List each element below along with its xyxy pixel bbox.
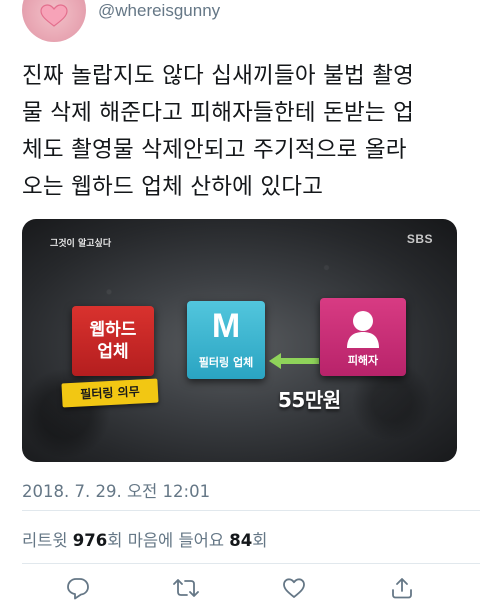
retweet-icon [173,579,199,597]
like-icon [283,578,305,598]
tweet-stats: 리트윗 976회 마음에 들어요 84회 [22,527,267,551]
victim-box: 피해자 [320,298,406,376]
retweets-unit: 회 [107,531,123,550]
share-button[interactable] [388,574,416,602]
arrow-left-icon [269,353,319,369]
reply-icon [67,578,89,600]
webhard-company-box: 웹하드 업체 [72,306,154,376]
retweets-count[interactable]: 976 [73,531,107,550]
tweet-actions [0,574,480,606]
heart-icon [40,4,68,27]
retweet-button[interactable] [172,574,200,602]
victim-caption: 피해자 [347,354,379,367]
avatar[interactable] [22,0,86,42]
payment-amount: 55만원 [278,388,341,412]
tweet-media-image[interactable]: 그것이 알고싶다 SBS 웹하드 업체 필터링 의무 M 필터링 업체 피해자 … [22,219,457,462]
person-icon [347,311,379,348]
likes-count[interactable]: 84 [229,531,252,550]
likes-label[interactable]: 마음에 들어요 [128,531,224,550]
likes-unit: 회 [252,531,268,550]
divider [22,563,480,564]
like-button[interactable] [280,574,308,602]
divider [22,510,480,511]
retweets-label[interactable]: 리트윗 [22,531,68,550]
filtering-company-caption: 필터링 업체 [198,356,254,369]
share-icon [392,578,412,599]
m-letter: M [211,307,241,345]
tweet-text: 진짜 놀랍지도 않다 십새끼들아 불법 촬영 물 삭제 해준다고 피해자들한테 … [22,63,415,200]
network-logo: SBS [406,232,433,246]
filtering-duty-tag: 필터링 의무 [61,378,159,408]
filtering-company-box: M 필터링 업체 [187,301,265,379]
reply-button[interactable] [64,574,92,602]
show-title: 그것이 알고싶다 [50,239,112,249]
author-handle[interactable]: @whereisgunny [98,0,220,22]
tweet-timestamp[interactable]: 2018. 7. 29. 오전 12:01 [22,478,210,502]
